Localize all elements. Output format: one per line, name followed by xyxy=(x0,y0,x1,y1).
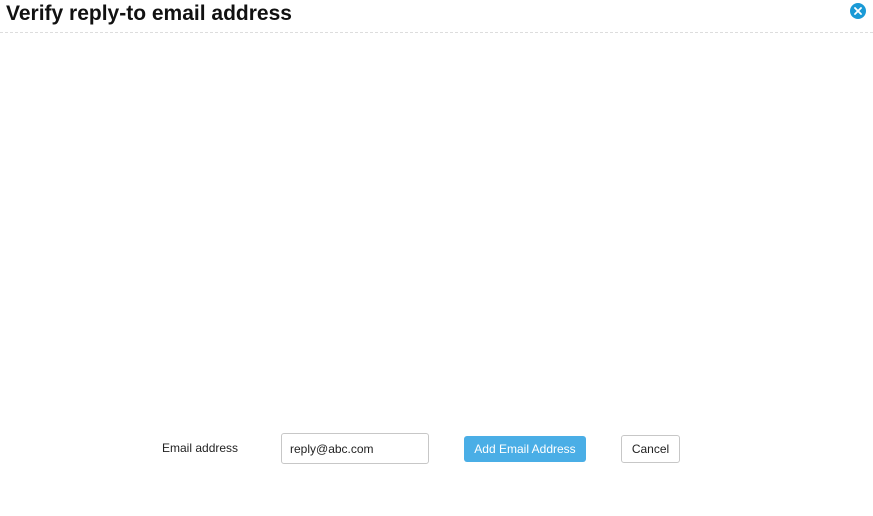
dialog-title: Verify reply-to email address xyxy=(6,2,292,25)
close-button[interactable] xyxy=(850,3,866,19)
verify-email-dialog: Verify reply-to email address Email addr… xyxy=(0,0,873,516)
cancel-button[interactable]: Cancel xyxy=(621,435,680,463)
dialog-header: Verify reply-to email address xyxy=(0,0,873,33)
close-icon xyxy=(854,7,862,15)
add-email-address-button[interactable]: Add Email Address xyxy=(464,436,586,462)
email-address-label: Email address xyxy=(162,441,239,455)
email-address-input[interactable] xyxy=(281,433,429,464)
email-form-row: Email address Add Email Address Cancel xyxy=(0,433,873,465)
